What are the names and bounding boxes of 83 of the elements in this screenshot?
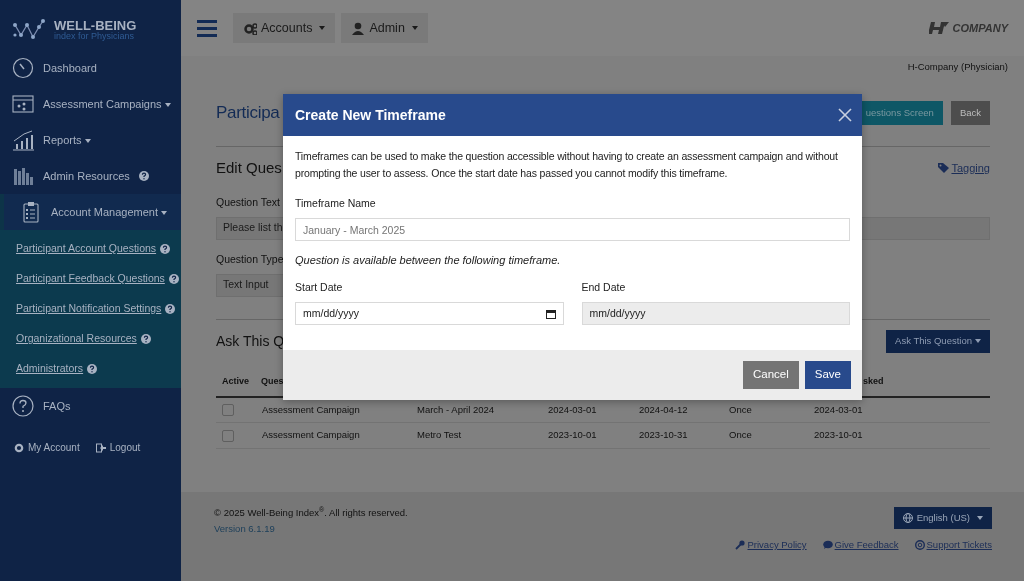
section-title: Ask This Q <box>216 332 285 350</box>
footer-link[interactable]: Give Feedback <box>822 538 899 553</box>
brand-name: COMPANY <box>952 20 1008 36</box>
modal-title: Create New Timeframe <box>295 106 446 124</box>
logo-title: WELL-BEING <box>54 18 137 32</box>
sidebar-item[interactable]: FAQs <box>0 388 181 424</box>
sidebar-item[interactable]: Admin Resources <box>0 158 181 194</box>
user-icon <box>351 21 366 35</box>
sidebar-item[interactable]: Account Management <box>0 194 181 230</box>
save-button[interactable]: Save <box>804 361 851 389</box>
user-role: H-Company (Physician) <box>907 61 1008 72</box>
section-title: Edit Ques <box>216 159 282 177</box>
sidebar-item[interactable]: Reports <box>0 122 181 158</box>
campaign-icon <box>12 93 34 115</box>
gauge-icon <box>12 57 34 79</box>
cancel-button[interactable]: Cancel <box>742 361 799 389</box>
copyright-text: © 2025 Well-Being Index$^{®}$. All rights reserved. <box>214 506 408 520</box>
table-cell: Assessment Campaign <box>262 429 360 441</box>
lifebuoy-icon <box>914 540 925 551</box>
menu-icon <box>197 19 217 37</box>
help-icon <box>165 304 176 314</box>
checkbox[interactable] <box>222 429 234 442</box>
submenu-item[interactable]: Participant Notification Settings <box>0 294 181 324</box>
table-cell: Assessment Campaign <box>262 403 360 415</box>
table-cell: 2023-10-01 <box>814 429 863 441</box>
submenu-item[interactable]: Participant Account Questions <box>0 234 181 264</box>
speech-bubble-icon <box>822 540 833 551</box>
help-icon <box>87 364 98 374</box>
field-label: Question Type <box>216 251 284 267</box>
logo-subtitle: index for Physicians <box>54 31 136 42</box>
footer-link[interactable]: Support Tickets <box>914 538 992 553</box>
key-icon <box>735 540 746 551</box>
table-cell: 2024-03-01 <box>548 403 597 415</box>
field-label: Question Text <box>216 195 280 210</box>
table-cell: 2023-10-31 <box>639 429 688 441</box>
dropdown-button[interactable]: Accounts <box>233 13 336 43</box>
tagging-link[interactable]: Tagging <box>938 159 990 177</box>
language-dropdown[interactable]: English (US) <box>893 507 992 529</box>
field-label: End Date <box>581 281 627 293</box>
column-header: Active <box>222 375 249 386</box>
table-cell: March - April 2024 <box>417 403 495 415</box>
table-cell: 2023-10-01 <box>548 429 597 441</box>
page-title: Participa <box>216 102 280 124</box>
help-icon <box>138 171 149 181</box>
column-header: sked <box>863 375 884 386</box>
help-icon <box>12 395 34 417</box>
table-cell: Once <box>729 429 752 441</box>
table-cell: Metro Test <box>417 429 462 441</box>
table-cell: 2024-03-01 <box>814 403 863 415</box>
submenu-item[interactable]: Participant Feedback Questions <box>0 264 181 294</box>
timeframe-note: Question is available between the following timeframe. <box>295 253 562 267</box>
help-icon <box>168 274 179 284</box>
brand-logo-icon <box>928 21 949 35</box>
help-icon <box>160 244 171 254</box>
globe-icon <box>902 513 913 523</box>
logout-icon <box>95 442 106 453</box>
timeframe-name-input[interactable]: January - March 2025 <box>295 218 850 241</box>
submenu-item[interactable]: Organizational Resources <box>0 324 181 354</box>
date-input: mm/dd/yyyy <box>581 302 850 325</box>
back-button[interactable]: Back <box>950 101 990 125</box>
sidebar-item[interactable]: Assessment Campaigns <box>0 86 181 122</box>
help-icon <box>140 334 151 344</box>
sidebar-link[interactable]: My Account <box>14 440 80 455</box>
version-text: Version 6.1.19 <box>214 522 276 537</box>
calendar-icon <box>545 308 556 319</box>
checkbox[interactable] <box>222 404 234 417</box>
chart-icon <box>12 129 34 151</box>
gears-icon <box>243 21 257 35</box>
dropdown-button[interactable]: Admin <box>341 13 428 43</box>
table-cell: Once <box>729 403 752 415</box>
tag-icon <box>938 163 950 173</box>
date-input[interactable]: mm/dd/yyyy <box>295 302 564 325</box>
ask-question-button[interactable]: Ask This Question <box>886 329 990 353</box>
sidebar-link[interactable]: Logout <box>95 440 141 455</box>
submenu-item[interactable]: Administrators <box>0 354 181 384</box>
table-cell: 2024-04-12 <box>639 403 688 415</box>
modal-description: Timeframes can be used to make the question accessible without having to create an assessment campaign and without prompting the user to assess. Once the start date has passed you cannot modify this timeframe. <box>295 149 839 181</box>
field-label: Timeframe Name <box>295 197 377 209</box>
column-header: Ques <box>261 375 284 386</box>
clipboard-icon <box>20 201 42 223</box>
sidebar-item[interactable]: Dashboard <box>0 50 181 86</box>
close-icon[interactable] <box>838 108 852 122</box>
footer-link[interactable]: Privacy Policy <box>735 538 807 553</box>
